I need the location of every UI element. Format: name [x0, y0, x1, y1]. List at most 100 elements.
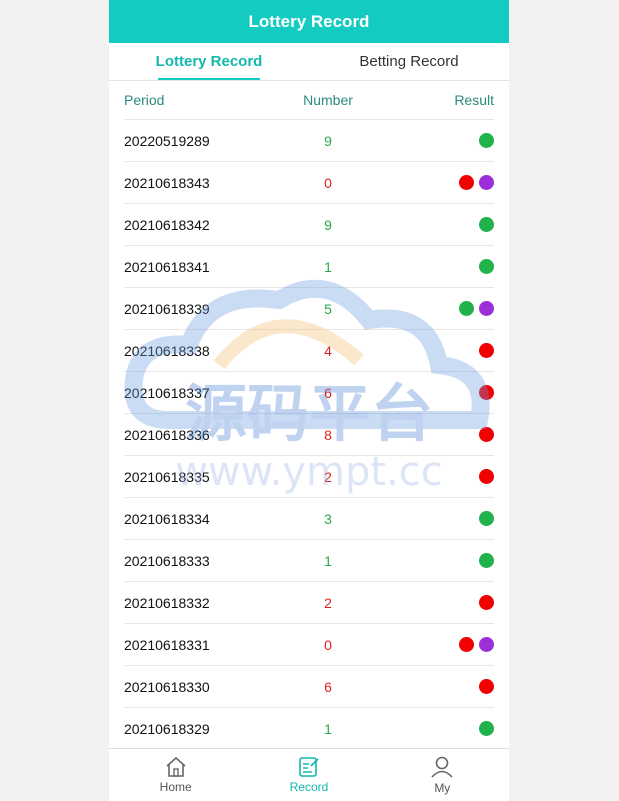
number-cell: 8 [324, 426, 332, 443]
period-cell: 20210618334 [124, 510, 210, 527]
page-title: Lottery Record [248, 11, 370, 31]
period-cell: 20210618330 [124, 678, 210, 695]
table-row: 20210618337 6 [124, 372, 494, 414]
green-result-dot [459, 301, 474, 316]
green-result-dot [479, 259, 494, 274]
period-cell: 20210618339 [124, 300, 210, 317]
bottom-nav: Home Record My [109, 748, 509, 801]
tab-label: Betting Record [359, 53, 459, 70]
nav-home-label: Home [159, 780, 192, 794]
result-cell [372, 427, 494, 442]
result-cell [372, 595, 494, 610]
period-cell: 20210618333 [124, 552, 210, 569]
table-row: 20210618334 3 [124, 498, 494, 540]
result-cell [372, 343, 494, 358]
result-cell [372, 385, 494, 400]
result-cell [372, 133, 494, 148]
number-cell: 4 [324, 342, 332, 359]
nav-record-label: Record [289, 780, 329, 794]
tab-bar: Lottery Record Betting Record [109, 43, 509, 81]
table-row: 20210618333 1 [124, 540, 494, 582]
number-cell: 2 [324, 468, 332, 485]
number-cell: 1 [324, 552, 332, 569]
period-cell: 20210618331 [124, 636, 210, 653]
red-result-dot [479, 385, 494, 400]
table-row: 20210618343 0 [124, 162, 494, 204]
table-row: 20210618332 2 [124, 582, 494, 624]
table-row: 20210618336 8 [124, 414, 494, 456]
table-row: 20210618331 0 [124, 624, 494, 666]
green-result-dot [479, 133, 494, 148]
nav-my[interactable]: My [376, 749, 509, 801]
result-cell [372, 175, 494, 190]
table-row: 20210618338 4 [124, 330, 494, 372]
red-result-dot [479, 427, 494, 442]
period-cell: 20210618342 [124, 216, 210, 233]
result-cell [372, 553, 494, 568]
green-result-dot [479, 511, 494, 526]
column-header-number: Number [303, 92, 353, 108]
green-result-dot [479, 553, 494, 568]
result-cell [372, 637, 494, 652]
table-header: Period Number Result [124, 81, 494, 120]
result-cell [372, 679, 494, 694]
table-row: 20210618342 9 [124, 204, 494, 246]
table-row: 20210618330 6 [124, 666, 494, 708]
number-cell: 1 [324, 258, 332, 275]
table-row: 20220519289 9 [124, 120, 494, 162]
green-result-dot [479, 721, 494, 736]
violet-result-dot [479, 301, 494, 316]
green-result-dot [479, 217, 494, 232]
number-cell: 0 [324, 174, 332, 191]
result-cell [372, 721, 494, 736]
violet-result-dot [479, 175, 494, 190]
table-row: 20210618335 2 [124, 456, 494, 498]
tab-label: Lottery Record [155, 53, 263, 70]
number-cell: 1 [324, 720, 332, 737]
period-cell: 20210618329 [124, 720, 210, 737]
column-header-result: Result [454, 92, 494, 108]
number-cell: 5 [324, 300, 332, 317]
record-icon [299, 757, 319, 777]
table-row: 20210618341 1 [124, 246, 494, 288]
number-cell: 3 [324, 510, 332, 527]
number-cell: 0 [324, 636, 332, 653]
red-result-dot [479, 595, 494, 610]
period-cell: 20210618343 [124, 174, 210, 191]
table-row: 20210618339 5 [124, 288, 494, 330]
period-cell: 20210618336 [124, 426, 210, 443]
number-cell: 9 [324, 132, 332, 149]
number-cell: 6 [324, 678, 332, 695]
result-cell [372, 259, 494, 274]
violet-result-dot [479, 637, 494, 652]
home-icon [166, 756, 186, 777]
period-cell: 20210618341 [124, 258, 210, 275]
result-cell [372, 301, 494, 316]
nav-home[interactable]: Home [109, 749, 242, 801]
column-header-period: Period [124, 92, 165, 108]
result-cell [372, 217, 494, 232]
number-cell: 2 [324, 594, 332, 611]
period-cell: 20210618337 [124, 384, 210, 401]
top-bar: Lottery Record [109, 0, 509, 43]
table-body: 20220519289 9 20210618343 0 20210618342 9 2021… [124, 120, 494, 750]
number-cell: 6 [324, 384, 332, 401]
nav-record[interactable]: Record [242, 749, 375, 801]
red-result-dot [459, 637, 474, 652]
red-result-dot [459, 175, 474, 190]
user-icon [431, 756, 453, 778]
tab-lottery-record[interactable]: Lottery Record [109, 43, 309, 80]
red-result-dot [479, 679, 494, 694]
app-container: Lottery Record Lottery Record Betting Re… [109, 0, 509, 801]
result-cell [372, 469, 494, 484]
number-cell: 9 [324, 216, 332, 233]
red-result-dot [479, 343, 494, 358]
period-cell: 20210618335 [124, 468, 210, 485]
red-result-dot [479, 469, 494, 484]
records-table: Period Number Result 20220519289 9 2021061… [124, 81, 494, 750]
nav-my-label: My [434, 781, 451, 795]
tab-betting-record[interactable]: Betting Record [309, 43, 509, 80]
result-cell [372, 511, 494, 526]
table-row: 20210618329 1 [124, 708, 494, 750]
period-cell: 20220519289 [124, 132, 210, 149]
